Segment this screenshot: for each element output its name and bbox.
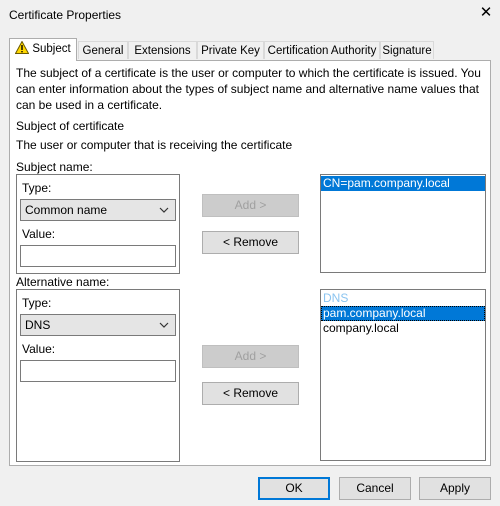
value-label: Value:: [22, 227, 56, 241]
subject-remove-button[interactable]: < Remove: [202, 231, 299, 254]
warning-icon: [14, 40, 30, 54]
list-item[interactable]: company.local: [321, 321, 485, 336]
alternative-type-select[interactable]: DNS: [20, 314, 176, 336]
tab-label: Subject: [32, 43, 71, 55]
tab-label: Signature: [382, 45, 432, 57]
tab-signature[interactable]: Signature: [380, 41, 434, 59]
intro-text: The subject of a certificate is the user…: [16, 66, 481, 112]
subject-name-group: Type: Common name Value:: [16, 174, 180, 274]
subject-description: The user or computer that is receiving t…: [16, 138, 293, 152]
subject-name-label: Subject name:: [16, 160, 93, 174]
alternative-value-input[interactable]: [20, 360, 176, 382]
list-group-header: DNS: [323, 291, 349, 305]
subject-add-button[interactable]: Add >: [202, 194, 299, 217]
tab-label: Extensions: [134, 45, 191, 57]
apply-button[interactable]: Apply: [419, 477, 491, 500]
tab-extensions[interactable]: Extensions: [128, 41, 197, 59]
subject-value-input[interactable]: [20, 245, 176, 267]
type-label: Type:: [22, 296, 52, 310]
close-icon[interactable]: ✕: [476, 3, 496, 23]
tab-label: Certification Authority: [267, 45, 377, 57]
tab-subject[interactable]: Subject: [9, 38, 77, 61]
subject-tab-panel: The subject of a certificate is the user…: [9, 60, 491, 466]
value-label: Value:: [22, 342, 56, 356]
tab-certification-authority[interactable]: Certification Authority: [264, 41, 380, 59]
chevron-down-icon: [159, 315, 169, 342]
ok-button[interactable]: OK: [258, 477, 330, 500]
tab-label: Private Key: [201, 45, 260, 57]
tab-general[interactable]: General: [78, 41, 128, 59]
alternative-name-group: Type: DNS Value:: [16, 289, 180, 462]
alternative-name-list[interactable]: DNS pam.company.local company.local: [320, 289, 486, 461]
chevron-down-icon: [159, 200, 169, 227]
selected-value: Common name: [25, 203, 108, 217]
alternative-remove-button[interactable]: < Remove: [202, 382, 299, 405]
cancel-button[interactable]: Cancel: [339, 477, 411, 500]
alternative-name-label: Alternative name:: [16, 275, 110, 289]
alternative-add-button[interactable]: Add >: [202, 345, 299, 368]
type-label: Type:: [22, 181, 52, 195]
list-item[interactable]: CN=pam.company.local: [321, 176, 485, 191]
selected-value: DNS: [25, 318, 51, 332]
tab-private-key[interactable]: Private Key: [197, 41, 264, 59]
tab-label: General: [82, 45, 124, 57]
subject-heading: Subject of certificate: [16, 119, 125, 133]
window-title: Certificate Properties: [9, 8, 122, 22]
subject-type-select[interactable]: Common name: [20, 199, 176, 221]
subject-name-list[interactable]: CN=pam.company.local: [320, 174, 486, 273]
list-item[interactable]: pam.company.local: [321, 306, 485, 321]
